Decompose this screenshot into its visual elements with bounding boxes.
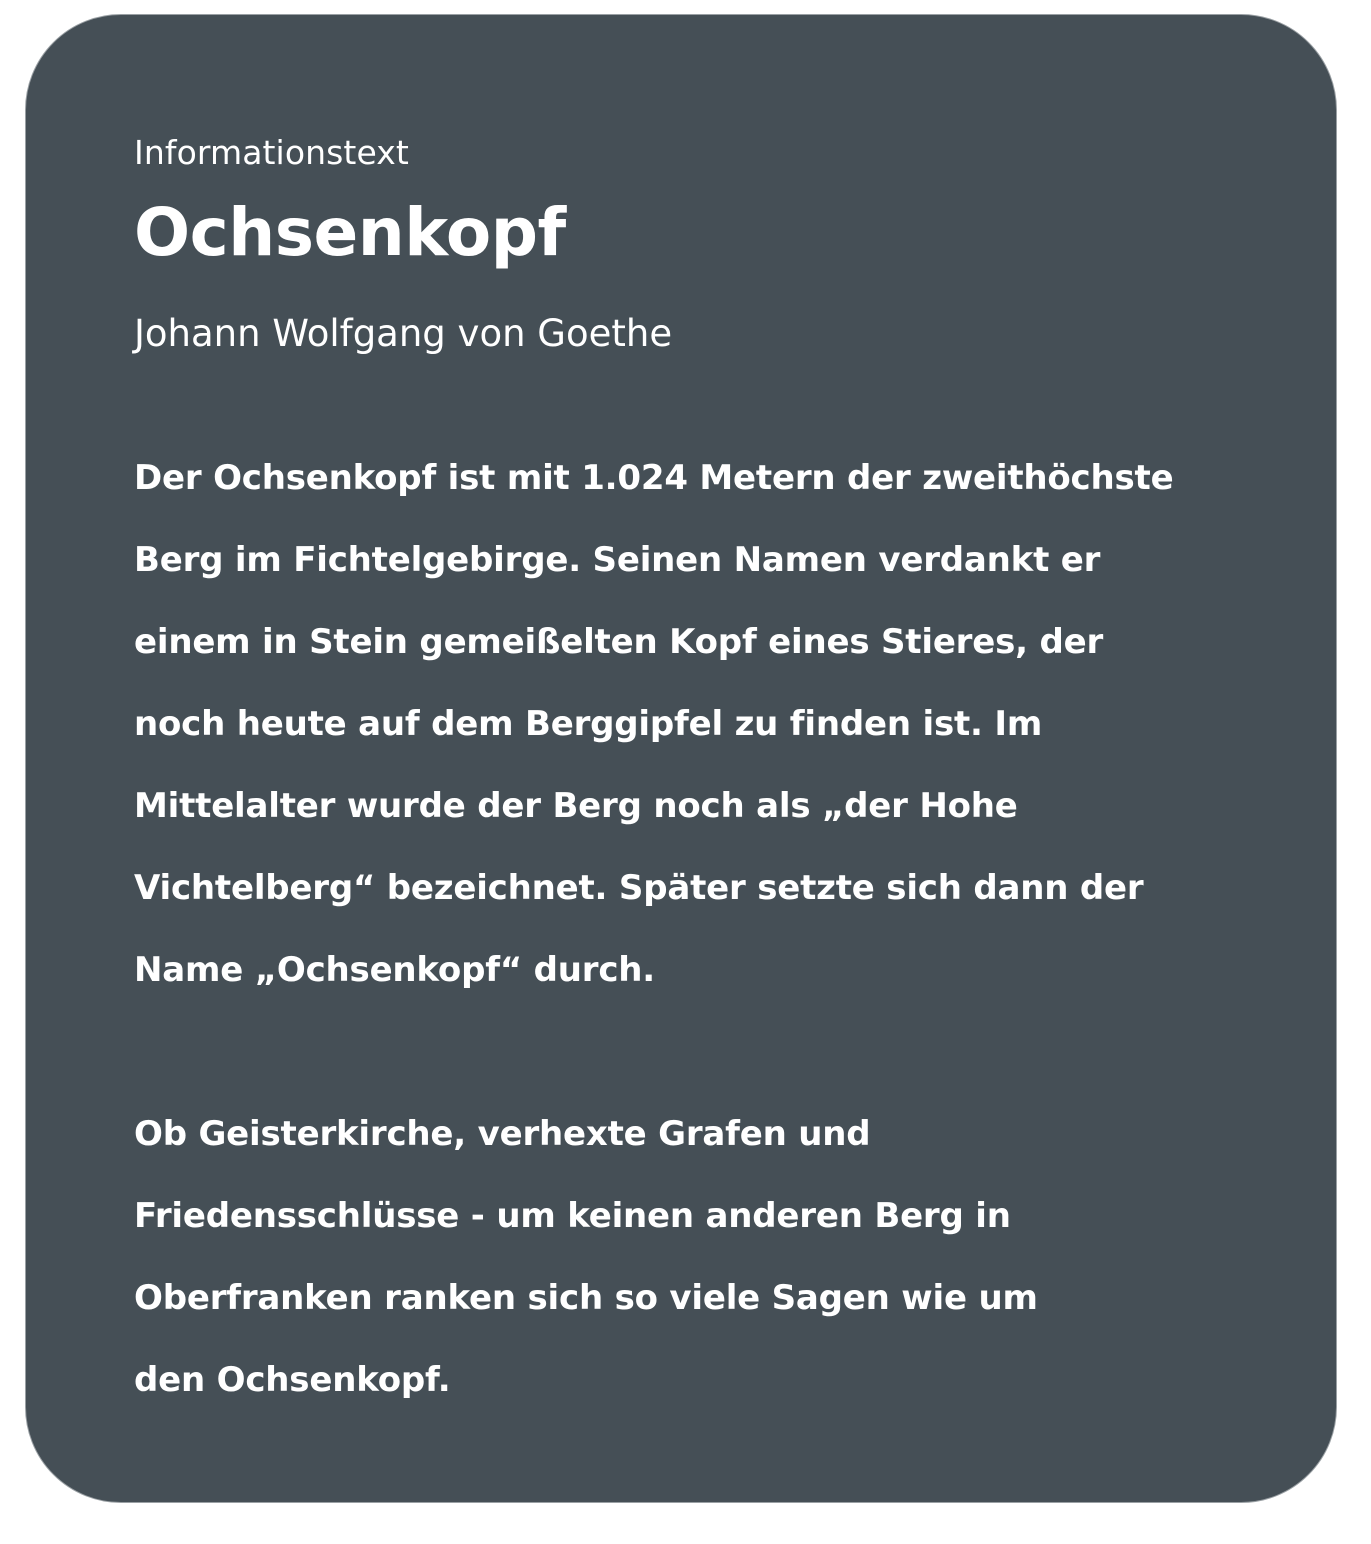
paragraph-1-line: einem in Stein gemeißelten Kopf eines St… bbox=[134, 622, 1104, 662]
info-card: Informationstext Ochsenkopf Johann Wolfg… bbox=[25, 14, 1337, 1503]
paragraph-1-line: Name „Ochsenkopf“ durch. bbox=[134, 950, 655, 990]
card-kicker: Informationstext bbox=[134, 133, 409, 172]
paragraph-2-line: den Ochsenkopf. bbox=[134, 1360, 451, 1400]
paragraph-1-line: Berg im Fichtelgebirge. Seinen Namen ver… bbox=[134, 540, 1101, 580]
card-body: Der Ochsenkopf ist mit 1.024 Metern der … bbox=[134, 437, 1234, 1421]
body-paragraph-1: Der Ochsenkopf ist mit 1.024 Metern der … bbox=[134, 437, 1234, 1011]
paragraph-1-line: noch heute auf dem Berggipfel zu finden … bbox=[134, 704, 1043, 744]
card-title: Ochsenkopf bbox=[134, 194, 566, 271]
card-author: Johann Wolfgang von Goethe bbox=[134, 312, 673, 355]
paragraph-1-line: Mittelalter wurde der Berg noch als „der… bbox=[134, 786, 1018, 826]
body-paragraph-2: Ob Geisterkirche, verhexte Grafen und Fr… bbox=[134, 1093, 1234, 1421]
paragraph-1-line: Vichtelberg“ bezeichnet. Später setzte s… bbox=[134, 868, 1144, 908]
paragraph-1-line: Der Ochsenkopf ist mit 1.024 Metern der … bbox=[134, 458, 1174, 498]
paragraph-2-line: Oberfranken ranken sich so viele Sagen w… bbox=[134, 1278, 1038, 1318]
paragraph-2-line: Friedensschlüsse - um keinen anderen Ber… bbox=[134, 1196, 1011, 1236]
paragraph-2-line: Ob Geisterkirche, verhexte Grafen und bbox=[134, 1114, 871, 1154]
